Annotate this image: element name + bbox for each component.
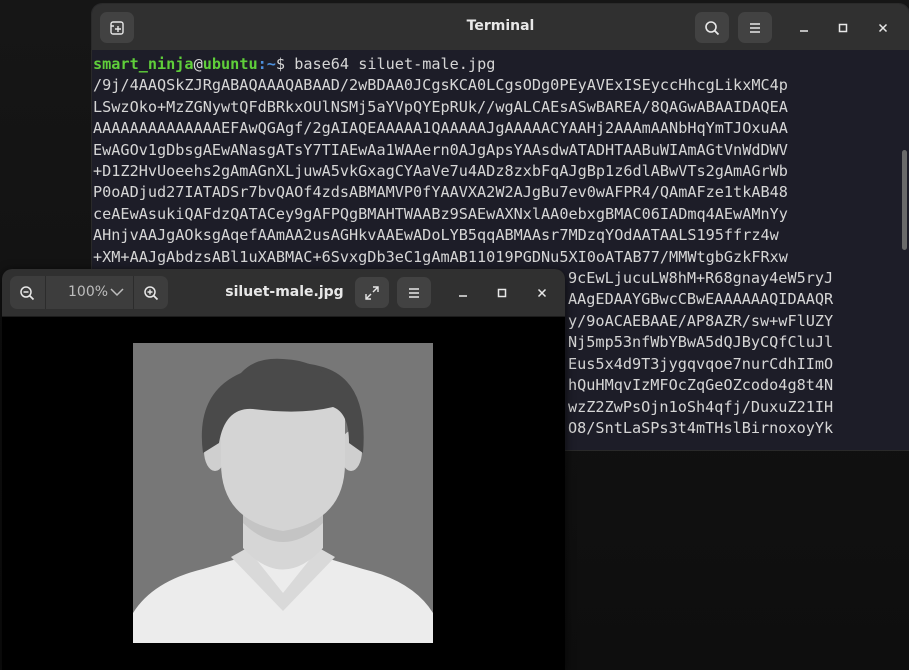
output-line: AAAAAAAAAAAAAAEFAwQGAgf/2gAIAQEAAAAA1QAA… — [93, 119, 788, 138]
close-icon — [537, 288, 547, 298]
zoom-controls: 100% — [10, 276, 168, 309]
prompt-path: :~ — [257, 55, 276, 73]
prompt-user: smart_ninja — [93, 55, 194, 73]
fullscreen-button[interactable] — [355, 277, 389, 308]
viewer-menu-button[interactable] — [397, 277, 431, 308]
zoom-in-button[interactable] — [134, 276, 168, 309]
terminal-scrollbar[interactable] — [902, 150, 907, 250]
minimize-button[interactable] — [792, 16, 816, 40]
close-icon — [878, 23, 888, 33]
output-line: P0oADjud27IATADSr7bvQAOf4zdsABMAMVP0fYAA… — [93, 183, 788, 202]
image-viewer-window[interactable]: 100% siluet-male.jpg — [2, 269, 565, 670]
prompt-line: smart_ninja@ubuntu:~$ base64 siluet-male… — [93, 54, 899, 75]
viewer-title: siluet-male.jpg — [225, 284, 344, 300]
maximize-button[interactable] — [831, 16, 855, 40]
zoom-level[interactable]: 100% — [68, 284, 108, 300]
viewer-minimize-button[interactable] — [451, 281, 475, 305]
fullscreen-icon — [365, 285, 379, 300]
search-icon — [705, 20, 720, 35]
prompt-at: @ — [193, 55, 203, 73]
image-canvas[interactable] — [133, 343, 433, 643]
maximize-icon — [838, 23, 848, 33]
output-line: /9j/4AAQSkZJRgABAQAAAQABAAD/2wBDAA0JCgsK… — [93, 76, 788, 95]
close-button[interactable] — [871, 16, 895, 40]
command-text: base64 siluet-male.jpg — [294, 55, 496, 73]
output-line: LSwzOko+MzZGNywtQFdBRkxOUlNSMj5aYVpQYEpR… — [93, 97, 788, 116]
chevron-down-icon[interactable] — [110, 287, 124, 297]
viewer-header-bar[interactable]: 100% siluet-male.jpg — [2, 269, 565, 317]
zoom-out-button[interactable] — [10, 276, 44, 309]
prompt-symbol: $ — [275, 55, 295, 73]
search-button[interactable] — [695, 12, 729, 43]
output-line: +D1Z2HvUoeehs2gAmAGnXLjuwA5vkGxagCYAaVe7… — [93, 162, 788, 181]
minimize-icon — [459, 295, 467, 297]
hamburger-menu-icon — [750, 22, 760, 33]
minimize-icon — [800, 30, 808, 32]
hamburger-menu-icon — [409, 287, 419, 298]
terminal-header-bar[interactable]: Terminal — [92, 4, 909, 50]
viewer-close-button[interactable] — [530, 281, 554, 305]
output-line: EwAGOv1gDbsgAEwANasgATsY7TIAEwAa1WAAern0… — [93, 140, 788, 159]
output-line: ceAEwAsukiQAFdzQATACey9gAFPQgBMAHTWAABz9… — [93, 204, 788, 223]
menu-button[interactable] — [738, 12, 772, 43]
zoom-divider — [45, 276, 46, 309]
zoom-out-icon — [20, 285, 35, 300]
maximize-icon — [497, 288, 507, 298]
zoom-in-icon — [144, 285, 159, 300]
terminal-title: Terminal — [466, 18, 535, 34]
output-line: AHnjvAAJgAOksgAqefAAmAA2usAGHkvAAEwADoLY… — [93, 226, 779, 245]
output-line: +XM+AAJgAbdzsABl1uXABMAC+6SvxgDb3eC1gAmA… — [93, 247, 788, 266]
prompt-host: ubuntu — [202, 55, 258, 73]
viewer-maximize-button[interactable] — [490, 281, 514, 305]
silhouette-image — [133, 343, 433, 643]
